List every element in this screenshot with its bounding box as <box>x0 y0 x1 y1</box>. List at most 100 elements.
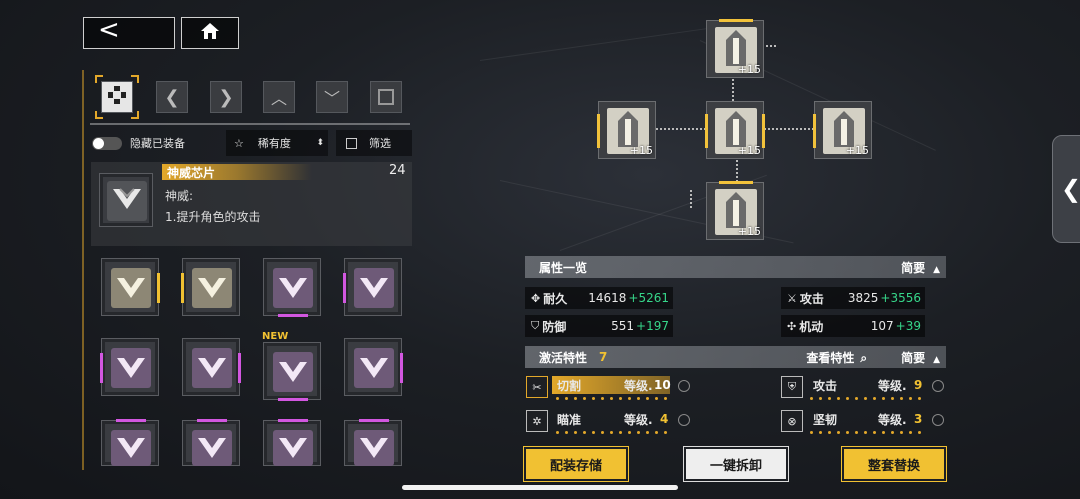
node-level: +15 <box>737 225 761 238</box>
cut-trait-icon: ✂ <box>526 376 548 398</box>
toggle-switch[interactable] <box>92 136 122 150</box>
chip-name: 神威芯片 <box>167 166 216 180</box>
view-traits-button[interactable]: 查看特性 ⌕ <box>806 349 867 366</box>
new-badge: NEW <box>262 331 289 342</box>
tree-connector <box>766 45 778 47</box>
stat-durability: ✥ 耐久 14618 +5261 <box>525 287 673 309</box>
tree-node-right[interactable]: +15 <box>813 101 872 159</box>
traits-header: 激活特性 7 查看特性 ⌕ 简要 ▲ <box>525 346 946 368</box>
tab-type-4[interactable]: ﹀ <box>312 77 352 117</box>
back-button[interactable]: < <box>83 15 175 49</box>
home-icon <box>199 21 221 45</box>
star-icon: ☆ <box>234 136 244 150</box>
defense-value: 551 <box>611 319 635 333</box>
trait-detail-button[interactable] <box>932 380 944 392</box>
trait-detail-button[interactable] <box>932 414 944 426</box>
last-icon: ❯ <box>218 86 234 108</box>
aim-trait-icon: ✲ <box>526 410 548 432</box>
chip-slot[interactable] <box>263 258 321 317</box>
tab-type-2[interactable]: ❯ <box>206 77 246 117</box>
chip-slot[interactable] <box>182 338 241 396</box>
attributes-summary-toggle[interactable]: 简要 ▲ <box>901 259 940 276</box>
down-icon: ﹀ <box>323 89 340 108</box>
trait-level-dots <box>556 431 667 435</box>
chip-slot[interactable] <box>101 419 159 466</box>
chip-subtitle: 神威: <box>165 189 194 203</box>
tree-node-center[interactable]: +15 <box>705 101 765 159</box>
tree-connector <box>690 190 692 208</box>
trait-level: 3 <box>914 412 923 426</box>
shenwei-chip-icon <box>110 182 144 220</box>
trait-level-label: 等级. <box>624 378 653 393</box>
tree-connector <box>736 160 738 182</box>
trait-level: 9 <box>914 378 923 392</box>
left-rail <box>82 70 84 470</box>
unequip-all-button[interactable]: 一键拆卸 <box>686 449 786 479</box>
chip-slot[interactable] <box>182 419 240 466</box>
tree-node-top[interactable]: +15 <box>706 19 764 78</box>
chip-slot[interactable] <box>181 258 240 316</box>
chip-count: 24 <box>389 163 406 178</box>
hide-equipped-toggle[interactable]: 隐藏已装备 <box>92 130 220 156</box>
up-icon: ︿ <box>270 89 287 108</box>
home-button[interactable] <box>181 17 239 49</box>
caret-up-icon: ▲ <box>933 354 940 365</box>
trait-detail-button[interactable] <box>678 414 690 426</box>
hide-equipped-label: 隐藏已装备 <box>130 137 185 150</box>
filter-icon <box>346 137 357 149</box>
side-drawer-handle[interactable]: ❮ <box>1052 135 1080 243</box>
rarity-sort-button[interactable]: ☆ 稀有度 ⬍ <box>226 130 328 156</box>
defense-bonus: +197 <box>636 319 669 333</box>
trait-level-dots <box>556 397 667 401</box>
first-icon: ❮ <box>164 86 180 108</box>
chip-slot[interactable] <box>344 419 402 466</box>
caret-up-icon: ▲ <box>933 264 940 275</box>
chip-slot[interactable] <box>263 342 321 401</box>
tab-type-3[interactable]: ︿ <box>259 77 299 117</box>
trait-name: 切割 <box>557 378 582 393</box>
all-chips-icon <box>108 86 126 108</box>
trait-level: 4 <box>660 412 669 426</box>
trait-detail-button[interactable] <box>678 380 690 392</box>
tab-type-5[interactable] <box>366 77 406 117</box>
attack-trait-icon: ⛨ <box>781 376 803 398</box>
filter-label: 筛选 <box>369 137 391 150</box>
attributes-title: 属性一览 <box>539 260 588 275</box>
chip-slot[interactable] <box>100 338 159 396</box>
chip-detail-thumbnail <box>99 173 153 227</box>
node-level: +15 <box>845 144 869 157</box>
replace-set-button[interactable]: 整套替换 <box>844 449 944 479</box>
swords-icon: ⚔ <box>787 291 797 305</box>
tree-node-bottom[interactable]: +15 <box>706 181 764 240</box>
attack-bonus: +3556 <box>880 291 921 305</box>
trait-level-label: 等级. <box>878 412 907 427</box>
tree-connector <box>764 128 814 130</box>
chip-slot[interactable] <box>101 258 160 316</box>
trait-level-dots <box>810 397 921 401</box>
trait-name: 瞄准 <box>557 412 582 427</box>
tab-type-1[interactable]: ❮ <box>152 77 192 117</box>
filter-button[interactable]: 筛选 <box>336 130 412 156</box>
chip-slot[interactable] <box>263 419 321 466</box>
tab-all-chips[interactable] <box>95 75 139 119</box>
node-level: +15 <box>737 63 761 76</box>
rarity-label: 稀有度 <box>257 137 291 150</box>
chip-slot[interactable] <box>343 258 402 316</box>
trait-level-label: 等级. <box>624 412 653 427</box>
save-loadout-button[interactable]: 配装存储 <box>526 449 626 479</box>
tree-node-left[interactable]: +15 <box>597 101 656 159</box>
trait-level: 10 <box>654 378 671 392</box>
tree-connector <box>732 79 734 101</box>
attributes-header: 属性一览 简要 ▲ <box>525 256 946 278</box>
node-level: +15 <box>629 144 653 157</box>
back-arrow-icon: < <box>98 15 120 45</box>
tough-trait-icon: ⊗ <box>781 410 803 432</box>
sort-icon: ⬍ <box>316 138 324 148</box>
magnifier-icon: ⌕ <box>860 350 868 365</box>
frame-icon <box>378 89 394 105</box>
home-indicator[interactable] <box>402 485 678 490</box>
chip-slot[interactable] <box>344 338 403 396</box>
chip-effect: 1.提升角色的攻击 <box>165 210 261 224</box>
traits-summary-toggle[interactable]: 简要 ▲ <box>901 349 940 366</box>
stat-mobility: ✣ 机动 107 +39 <box>781 315 925 337</box>
